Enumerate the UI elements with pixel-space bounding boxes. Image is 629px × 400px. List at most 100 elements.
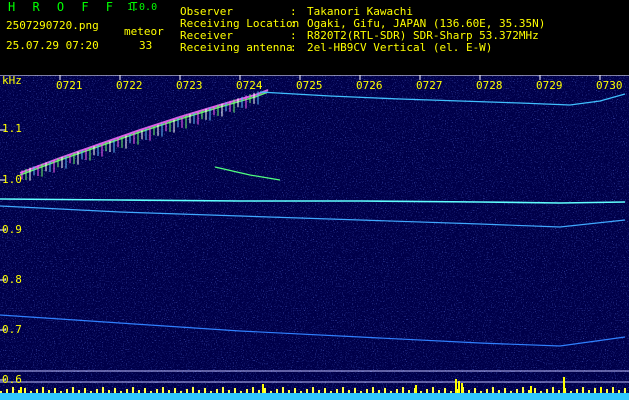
level-bar bbox=[354, 388, 356, 393]
app-title: H R O F F T bbox=[8, 0, 143, 14]
y-tick-label: 0.8 bbox=[2, 273, 22, 286]
level-bar bbox=[84, 388, 86, 393]
level-bar bbox=[132, 387, 134, 393]
level-bar bbox=[552, 387, 554, 393]
y-axis-unit: kHz bbox=[2, 74, 22, 87]
level-bar bbox=[480, 391, 482, 393]
level-bar bbox=[570, 391, 572, 393]
level-bar bbox=[360, 391, 362, 393]
level-bar bbox=[294, 388, 296, 393]
level-bar bbox=[174, 388, 176, 393]
level-bar bbox=[606, 389, 608, 393]
level-bar bbox=[432, 387, 434, 393]
noise-layer bbox=[0, 75, 629, 400]
level-bar bbox=[528, 390, 530, 393]
level-bar bbox=[588, 390, 590, 393]
level-bar bbox=[516, 389, 518, 393]
meteor-label: meteor bbox=[124, 25, 164, 38]
level-spike bbox=[530, 386, 532, 393]
level-bar bbox=[144, 388, 146, 393]
level-bar bbox=[582, 387, 584, 393]
level-bar bbox=[18, 390, 20, 393]
level-bar bbox=[624, 388, 626, 393]
level-bar bbox=[126, 389, 128, 393]
level-strip bbox=[0, 393, 629, 400]
level-bar bbox=[210, 391, 212, 393]
level-bar bbox=[12, 387, 14, 393]
level-bar bbox=[396, 389, 398, 393]
level-spike bbox=[262, 384, 264, 393]
level-bar bbox=[300, 391, 302, 393]
level-bar bbox=[438, 390, 440, 393]
level-bar bbox=[198, 390, 200, 393]
level-bar bbox=[474, 388, 476, 393]
level-bar bbox=[60, 391, 62, 393]
level-bar bbox=[222, 387, 224, 393]
level-bar bbox=[336, 389, 338, 393]
level-bar bbox=[468, 390, 470, 393]
level-bar bbox=[24, 388, 26, 393]
level-spike bbox=[458, 381, 460, 393]
level-bar bbox=[576, 389, 578, 393]
x-tick-label: 0723 bbox=[176, 79, 203, 92]
level-bar bbox=[54, 388, 56, 393]
level-bar bbox=[504, 388, 506, 393]
level-bar bbox=[156, 389, 158, 393]
level-bar bbox=[306, 389, 308, 393]
level-bar bbox=[312, 387, 314, 393]
level-bar bbox=[192, 387, 194, 393]
level-bar bbox=[534, 388, 536, 393]
level-bar bbox=[618, 390, 620, 393]
level-bar bbox=[258, 390, 260, 393]
level-bar bbox=[372, 387, 374, 393]
level-bar bbox=[186, 389, 188, 393]
x-tick-label: 0722 bbox=[116, 79, 143, 92]
level-bar bbox=[264, 388, 266, 393]
spectrogram bbox=[0, 75, 629, 400]
level-bar bbox=[612, 387, 614, 393]
level-bar bbox=[36, 389, 38, 393]
level-bar bbox=[366, 389, 368, 393]
level-bar bbox=[282, 387, 284, 393]
level-bar bbox=[252, 387, 254, 393]
level-bar bbox=[90, 391, 92, 393]
level-bar bbox=[324, 388, 326, 393]
y-tick-label: 0.7 bbox=[2, 323, 22, 336]
level-bar bbox=[114, 388, 116, 393]
x-tick-label: 0728 bbox=[476, 79, 503, 92]
level-bar bbox=[450, 391, 452, 393]
level-bar bbox=[246, 389, 248, 393]
level-bar bbox=[42, 387, 44, 393]
level-bar bbox=[0, 391, 2, 393]
level-bar bbox=[378, 390, 380, 393]
y-tick-label: 1.0 bbox=[2, 173, 22, 186]
meta-key-antenna: Receiving antenna bbox=[180, 41, 293, 54]
y-tick-label: 1.1 bbox=[2, 122, 22, 135]
level-bar bbox=[216, 389, 218, 393]
level-spike bbox=[20, 387, 22, 393]
level-bar bbox=[276, 389, 278, 393]
level-bar bbox=[150, 391, 152, 393]
level-bar bbox=[138, 390, 140, 393]
level-bar bbox=[486, 389, 488, 393]
y-tick-label: 0.6 bbox=[2, 373, 22, 386]
level-bar bbox=[426, 389, 428, 393]
x-tick-label: 0724 bbox=[236, 79, 263, 92]
level-spike bbox=[461, 383, 463, 393]
level-spike bbox=[600, 387, 602, 393]
meta-value-antenna: 2el-HB9CV Vertical (el. E-W) bbox=[307, 41, 493, 54]
level-bar bbox=[48, 390, 50, 393]
level-bar bbox=[444, 388, 446, 393]
meta-sep: : bbox=[290, 41, 297, 54]
level-bar bbox=[420, 391, 422, 393]
level-bar bbox=[348, 390, 350, 393]
level-bar bbox=[108, 390, 110, 393]
level-bar bbox=[240, 391, 242, 393]
level-bar bbox=[102, 387, 104, 393]
level-bar bbox=[180, 391, 182, 393]
level-bar bbox=[492, 387, 494, 393]
level-bar bbox=[510, 391, 512, 393]
file-name: 2507290720.png bbox=[6, 19, 99, 32]
level-bar bbox=[72, 387, 74, 393]
level-bar bbox=[330, 391, 332, 393]
